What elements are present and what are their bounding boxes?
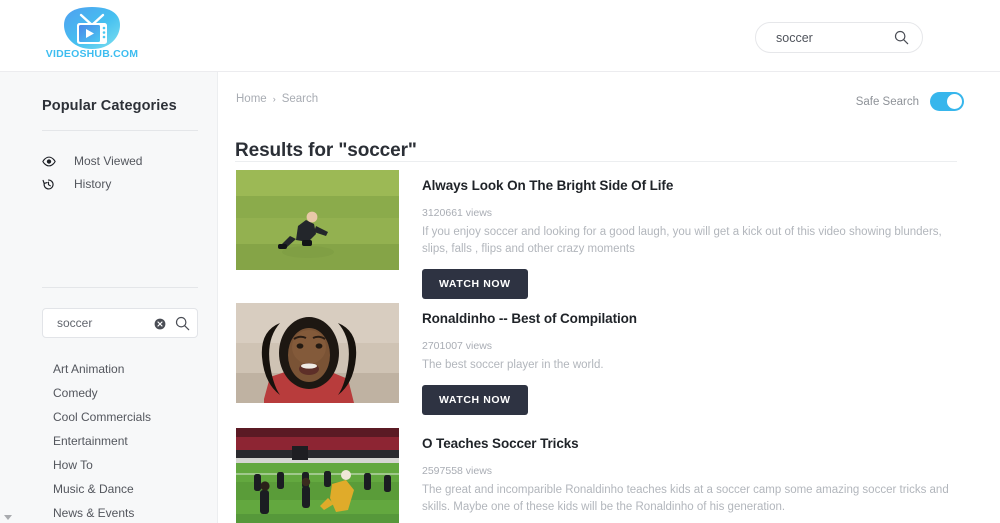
breadcrumb-current: Search (281, 93, 319, 105)
category-item[interactable]: Cool Commercials (0, 405, 218, 429)
scrollbar-down-arrow[interactable] (3, 509, 13, 520)
result-body: Ronaldinho -- Best of Compilation 270100… (422, 303, 966, 415)
result-title[interactable]: O Teaches Soccer Tricks (422, 436, 966, 451)
result-description: The great and incomparible Ronaldinho te… (422, 484, 949, 513)
title-divider (235, 161, 957, 162)
sidebar-item-most-viewed[interactable]: Most Viewed (42, 151, 200, 171)
category-item[interactable]: Music & Dance (0, 477, 218, 501)
safe-search-control[interactable]: Safe Search (856, 92, 964, 111)
site-header: VIDEOSHUB.COM (0, 0, 1000, 72)
sidebar-divider-bottom (42, 287, 198, 288)
watch-now-button[interactable]: WATCH NOW (422, 385, 528, 415)
result-title[interactable]: Ronaldinho -- Best of Compilation (422, 311, 966, 326)
history-clock-icon (42, 176, 64, 192)
site-logo-text: VIDEOSHUB.COM (45, 48, 139, 60)
toggle-knob (947, 94, 962, 109)
sidebar: Popular Categories Most Viewed History s… (0, 72, 218, 523)
sidebar-search-input[interactable] (55, 309, 155, 337)
category-item[interactable]: News & Events (0, 501, 218, 523)
category-list: Art Animation Comedy Cool Commercials Enter… (0, 357, 218, 523)
breadcrumb-separator-icon: › (272, 94, 276, 104)
soccer-player-on-grass-thumbnail (236, 170, 399, 270)
result-thumbnail[interactable] (236, 303, 399, 403)
search-icon[interactable] (894, 30, 909, 45)
result-body: O Teaches Soccer Tricks 2597558 views Th… (422, 428, 966, 523)
result-body: Always Look On The Bright Side Of Life 3… (422, 170, 966, 299)
sidebar-item-history[interactable]: History (42, 174, 200, 194)
result-views: 2597558 views (422, 465, 493, 477)
sidebar-title: Popular Categories (42, 98, 177, 114)
page-root: VIDEOSHUB.COM Popular Categories Most (0, 0, 1000, 523)
breadcrumb-home[interactable]: Home (236, 93, 267, 105)
result-description: The best soccer player in the world. (422, 359, 604, 371)
tv-play-logo-icon (61, 6, 123, 50)
result-thumbnail[interactable] (236, 170, 399, 270)
main-content: Home › Search Safe Search Results for "s… (218, 72, 1000, 523)
watch-now-button[interactable]: WATCH NOW (422, 269, 528, 299)
category-item[interactable]: Entertainment (0, 429, 218, 453)
category-item[interactable]: How To (0, 453, 218, 477)
sidebar-item-label: Most Viewed (74, 154, 143, 168)
category-item[interactable]: Comedy (0, 381, 218, 405)
result-title[interactable]: Always Look On The Bright Side Of Life (422, 178, 966, 193)
clear-circle-icon[interactable] (154, 317, 166, 330)
soccer-camp-stadium-thumbnail (236, 428, 399, 523)
page-title: Results for "soccer" (235, 139, 417, 161)
search-icon[interactable] (175, 316, 190, 331)
header-search-input[interactable] (774, 23, 886, 52)
sidebar-divider-top (42, 130, 198, 131)
result-views: 3120661 views (422, 207, 493, 219)
safe-search-label: Safe Search (855, 95, 919, 108)
sidebar-search-box[interactable] (42, 308, 198, 338)
result-description: If you enjoy soccer and looking for a go… (422, 226, 942, 255)
eye-icon (42, 153, 64, 169)
header-search-box[interactable] (755, 22, 923, 53)
breadcrumb: Home › Search (236, 93, 318, 105)
result-thumbnail[interactable] (236, 428, 399, 523)
sidebar-item-label: History (74, 177, 112, 191)
player-portrait-thumbnail (236, 303, 399, 403)
result-views: 2701007 views (422, 340, 493, 352)
category-item[interactable]: Art Animation (0, 357, 218, 381)
site-logo[interactable]: VIDEOSHUB.COM (44, 6, 140, 68)
safe-search-toggle[interactable] (930, 92, 964, 111)
